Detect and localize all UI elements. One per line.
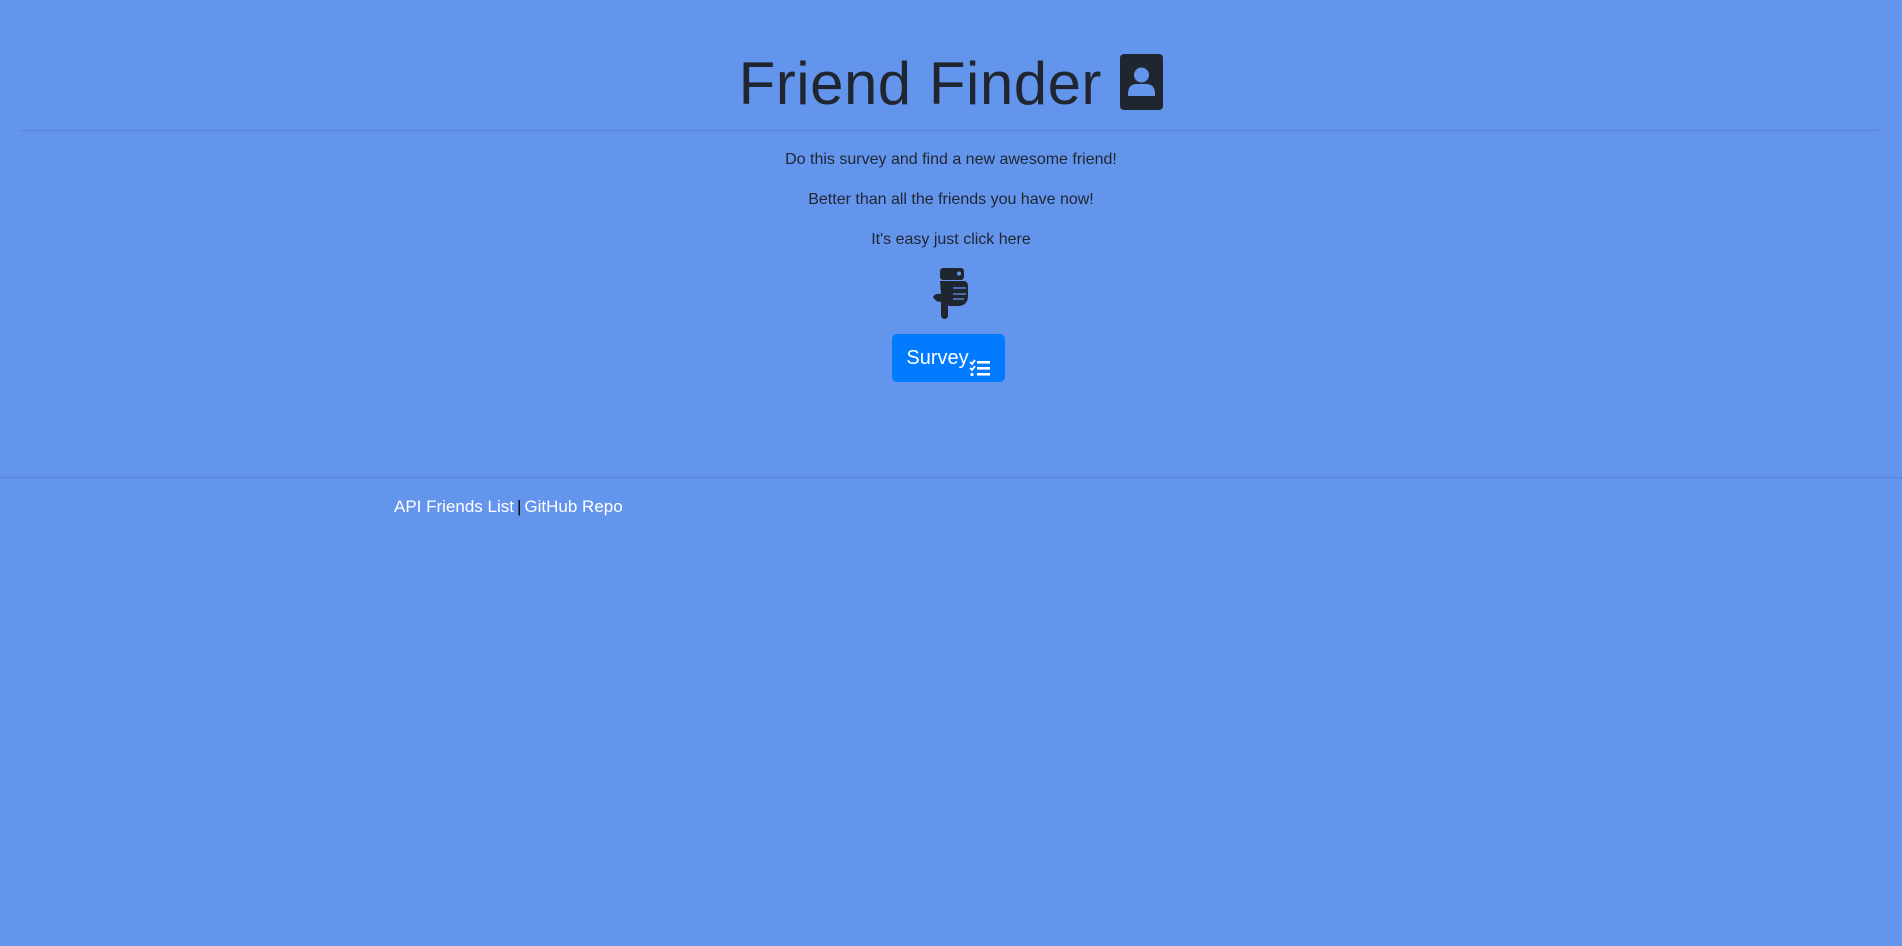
github-repo-link[interactable]: GitHub Repo	[524, 497, 622, 516]
footer: API Friends List | GitHub Repo	[394, 496, 623, 518]
hand-point-down-icon	[929, 268, 969, 320]
title-row: Friend Finder	[0, 48, 1902, 128]
tasks-list-icon	[968, 348, 991, 376]
survey-button-label: Survey	[906, 347, 969, 369]
survey-button[interactable]: Survey	[892, 334, 1005, 382]
intro-line-1: Do this survey and find a new awesome fr…	[785, 151, 1117, 168]
intro-line-2: Better than all the friends you have now…	[808, 191, 1094, 208]
page-title: Friend Finder	[738, 50, 1102, 117]
footer-separator: |	[517, 497, 522, 516]
header-divider	[20, 130, 1878, 131]
intro-line-3: It's easy just click here	[871, 231, 1031, 248]
jumbotron: Friend Finder Do this survey and find a …	[0, 0, 1902, 478]
api-friends-list-link[interactable]: API Friends List	[394, 497, 514, 516]
address-card-icon	[1120, 54, 1164, 110]
